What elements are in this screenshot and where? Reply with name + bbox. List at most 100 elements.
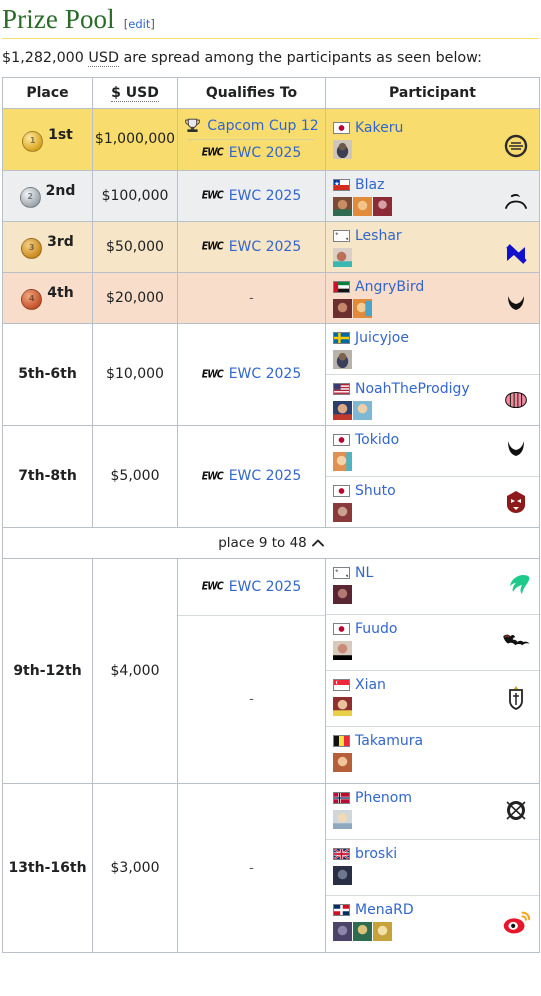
table-row: 3 3rd $50,000 EWC EWC 2025 Leshar	[2, 220, 540, 273]
participant-cell: Blaz	[325, 169, 540, 222]
participant-name-line[interactable]: broski	[333, 846, 533, 862]
qualifies-cell: EWC EWC 2025 -	[177, 557, 326, 784]
currency-abbr: USD	[88, 50, 119, 68]
participant-name[interactable]: Takamura	[355, 733, 423, 749]
table-row: place 9 to 48	[2, 526, 540, 559]
qualify-link-label[interactable]: Capcom Cup 12	[207, 118, 318, 134]
edit-section-link[interactable]: [edit]	[124, 13, 155, 32]
participant-name[interactable]: broski	[355, 846, 397, 862]
intro-suffix: are spread among the participants as see…	[118, 50, 482, 67]
column-header-qualifies: Qualifies To	[177, 76, 326, 109]
qualify-entry[interactable]: EWC EWC 2025	[180, 183, 323, 209]
uae-flag	[333, 280, 350, 293]
participant-cell: Leshar	[325, 220, 540, 273]
qualify-link-label[interactable]: EWC 2025	[229, 366, 302, 382]
south-korea-flag	[333, 229, 350, 242]
qualify-entry[interactable]: EWC EWC 2025	[180, 140, 323, 166]
participant-entry: Takamura	[326, 727, 539, 783]
participant-name[interactable]: Phenom	[355, 790, 412, 806]
participant-entry: NoahTheProdigy	[326, 375, 539, 425]
column-header-usd-label: $ USD	[111, 84, 159, 102]
no-qualification-dash: -	[249, 691, 254, 707]
prize-cell: $10,000	[92, 322, 178, 426]
page-title: Prize Pool	[2, 4, 115, 34]
qualify-entry[interactable]: Capcom Cup 12	[180, 113, 323, 139]
bronze-medal-icon: 3	[21, 238, 43, 262]
participant-name[interactable]: AngryBird	[355, 279, 424, 295]
participant-cell: NL Fuudo Xian Takamura	[325, 557, 540, 784]
table-row: 13th-16th $3,000 - Phenom broski MenaRD	[2, 782, 540, 953]
character-thumbnail	[333, 247, 352, 267]
collapse-toggle-label: place 9 to 48	[218, 534, 307, 551]
weibo-eye-logo	[503, 911, 531, 934]
participant-name[interactable]: MenaRD	[355, 902, 414, 918]
collapse-toggle-cell[interactable]: place 9 to 48	[2, 526, 540, 559]
qualifies-cell: EWC EWC 2025	[177, 220, 326, 273]
participant-name[interactable]: Shuto	[355, 483, 396, 499]
collapse-toggle-button[interactable]: place 9 to 48	[218, 535, 324, 551]
participant-entry: broski	[326, 840, 539, 896]
participant-entry: Fuudo	[326, 615, 539, 671]
place-label: 4th	[47, 285, 74, 302]
qualify-entry[interactable]: EWC EWC 2025	[180, 361, 323, 387]
participant-name-line[interactable]: Takamura	[333, 733, 533, 749]
ewc-icon: EWC	[201, 580, 224, 594]
chile-flag	[333, 178, 350, 191]
ewc-icon: EWC	[201, 146, 224, 160]
participant-name[interactable]: NoahTheProdigy	[355, 381, 470, 397]
edit-link-label[interactable]: edit	[128, 17, 150, 31]
qualifies-cell: EWC EWC 2025	[177, 169, 326, 222]
participant-entry: Phenom	[326, 784, 539, 840]
chevron-up-icon	[311, 539, 324, 547]
column-header-usd: $ USD	[92, 76, 178, 109]
participant-entry: Leshar	[326, 222, 539, 272]
table-row: 1 1st $1,000,000 Capcom Cup 12 EWC EWC 20…	[2, 107, 540, 171]
participant-entry: Blaz	[326, 171, 539, 221]
table-body: 1 1st $1,000,000 Capcom Cup 12 EWC EWC 20…	[2, 107, 540, 953]
qualify-link-label[interactable]: EWC 2025	[229, 239, 302, 255]
prize-cell: $50,000	[92, 220, 178, 273]
participant-name[interactable]: Tokido	[355, 432, 399, 448]
participant-name[interactable]: Blaz	[355, 177, 384, 193]
character-thumbnail	[353, 921, 372, 941]
table-header-row: Place $ USD Qualifies To Participant	[2, 76, 540, 109]
participant-name[interactable]: NL	[355, 565, 373, 581]
place-cell: 2 2nd	[2, 169, 93, 222]
ewc-icon: EWC	[201, 240, 224, 254]
qualify-entry[interactable]: EWC EWC 2025	[178, 559, 325, 616]
qualify-entry[interactable]: EWC EWC 2025	[180, 463, 323, 489]
place-label: 2nd	[45, 183, 76, 200]
character-thumbnail	[333, 451, 352, 471]
table-row: 4 4th $20,000 - AngryBird	[2, 271, 540, 324]
norway-flag	[333, 791, 350, 804]
table-row: 2 2nd $100,000 EWC EWC 2025 Blaz	[2, 169, 540, 222]
qualify-link-label[interactable]: EWC 2025	[229, 579, 302, 595]
prize-cell: $1,000,000	[92, 107, 178, 171]
red-wolf-logo	[507, 490, 525, 513]
qualify-entry[interactable]: EWC EWC 2025	[180, 234, 323, 260]
participant-name[interactable]: Kakeru	[355, 120, 403, 136]
participant-cell: Phenom broski MenaRD	[325, 782, 540, 953]
qualify-link-label[interactable]: EWC 2025	[229, 188, 302, 204]
qualify-link-label[interactable]: EWC 2025	[229, 145, 302, 161]
participant-entry: Kakeru	[326, 114, 539, 164]
gold-medal-icon: 1	[22, 130, 44, 154]
participant-name-line[interactable]: Juicyjoe	[333, 330, 533, 346]
prize-cell: $3,000	[92, 782, 178, 953]
table-row: 5th-6th $10,000 EWC EWC 2025 Juicyjoe No…	[2, 322, 540, 426]
character-thumbnail	[333, 196, 352, 216]
japan-flag	[333, 484, 350, 497]
participant-name[interactable]: Fuudo	[355, 621, 398, 637]
usa-flag	[333, 382, 350, 395]
qualifies-cell: -	[177, 782, 326, 953]
edit-bracket-close: ]	[150, 17, 155, 31]
participant-name[interactable]: Leshar	[355, 228, 402, 244]
silver-medal-icon: 2	[19, 187, 41, 211]
participant-name[interactable]: Juicyjoe	[355, 330, 409, 346]
south-korea-flag	[333, 566, 350, 579]
brain-logo	[505, 391, 527, 409]
participant-name[interactable]: Xian	[355, 677, 386, 693]
column-header-place: Place	[2, 76, 93, 109]
qualify-link-label[interactable]: EWC 2025	[229, 468, 302, 484]
place-cell: 4 4th	[2, 271, 93, 324]
